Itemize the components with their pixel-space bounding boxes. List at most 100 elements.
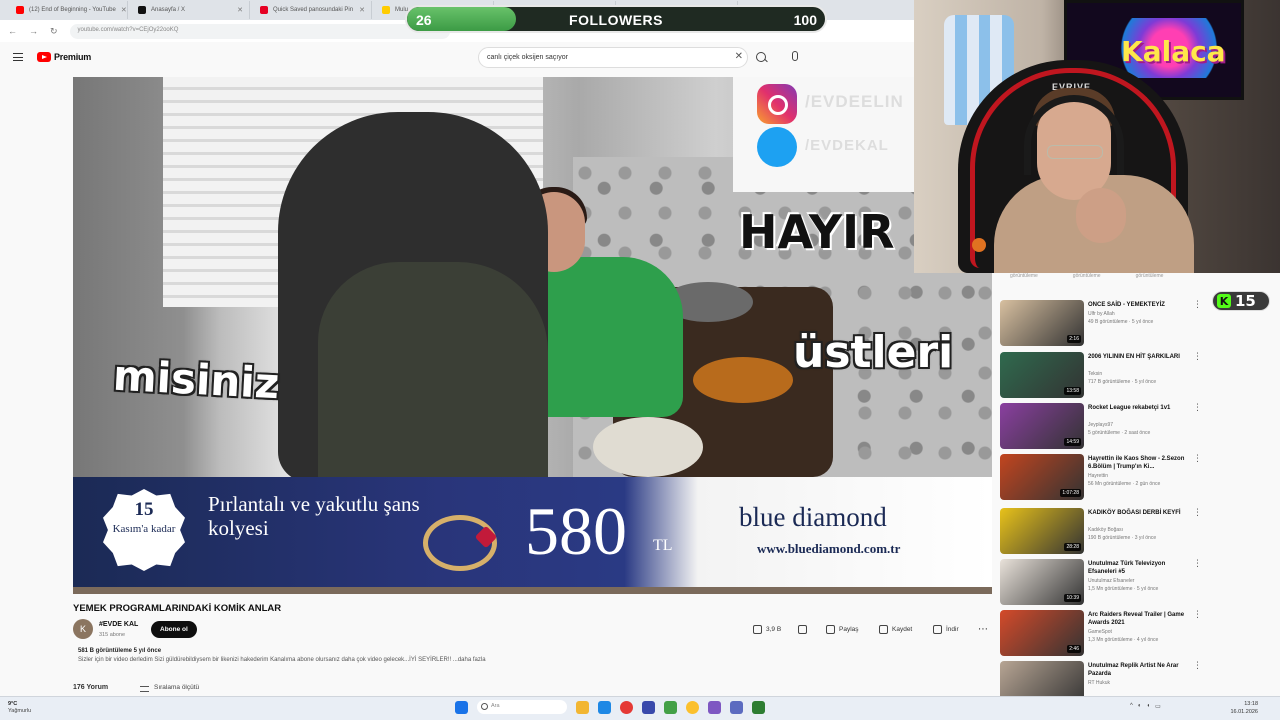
more-options-icon[interactable]: ⋮ bbox=[1193, 403, 1202, 412]
windows-start-icon[interactable] bbox=[455, 700, 468, 714]
tab-close-icon[interactable]: ✕ bbox=[237, 6, 243, 14]
reload-icon[interactable]: ↻ bbox=[50, 26, 58, 37]
microphone-icon[interactable] bbox=[792, 51, 798, 61]
recommendation-channel[interactable]: RT Hukuk bbox=[1088, 680, 1110, 686]
recommendation-item[interactable]: 14:59 Rocket League rekabetçi 1v1 Jeyplays… bbox=[1000, 403, 1280, 451]
video-scene-pan bbox=[693, 357, 793, 403]
sort-icon[interactable] bbox=[140, 686, 149, 692]
recommendation-thumbnail[interactable]: 13:58 bbox=[1000, 352, 1084, 398]
channel-name[interactable]: #EVDE KAL bbox=[99, 621, 138, 628]
more-options-icon[interactable]: ⋮ bbox=[1193, 661, 1202, 670]
taskbar-search[interactable]: Ara bbox=[477, 700, 567, 714]
edge-icon[interactable] bbox=[598, 700, 611, 714]
browser-tab[interactable]: Anasayfa / X ✕ bbox=[132, 1, 250, 19]
video-progress-bar[interactable] bbox=[73, 587, 992, 594]
tab-favicon-icon bbox=[382, 6, 390, 14]
dislike-button[interactable] bbox=[798, 621, 807, 638]
recommendation-channel[interactable]: Hayrettin bbox=[1088, 473, 1108, 479]
ad-date-day: 15 bbox=[134, 499, 154, 520]
file-explorer-icon[interactable] bbox=[576, 700, 589, 714]
webcam-person-hand bbox=[1076, 188, 1126, 243]
app-icon[interactable] bbox=[752, 700, 765, 714]
recommendation-title[interactable]: Hayrettin ile Kaos Show - 2.Sezon 6.Bölü… bbox=[1088, 455, 1188, 471]
volume-icon[interactable]: ◖ bbox=[1146, 703, 1150, 710]
more-options-icon[interactable]: ⋮ bbox=[1193, 559, 1202, 568]
url-field[interactable]: youtube.com/watch?v=CEjOy22ooKQ bbox=[69, 23, 450, 39]
opera-icon[interactable] bbox=[620, 700, 633, 714]
search-icon[interactable] bbox=[756, 52, 766, 62]
recommendation-title[interactable]: Unutulmaz Replik Artist Ne Arar Pazarda bbox=[1088, 662, 1188, 678]
forward-icon[interactable]: → bbox=[29, 26, 38, 36]
webcam-ball bbox=[972, 238, 986, 252]
recommendation-item[interactable]: 1:07:28 Hayrettin ile Kaos Show - 2.Sezon… bbox=[1000, 454, 1280, 502]
recommendation-item[interactable]: 2:46 Arc Raiders Reveal Trailer | Game Aw… bbox=[1000, 610, 1280, 658]
browser-tab[interactable]: Quick Saved panosundaki Pin ✕ bbox=[254, 1, 372, 19]
like-button[interactable]: 3,9 B bbox=[753, 621, 781, 638]
tray-chevron-icon[interactable]: ^ bbox=[1130, 703, 1133, 710]
recommendation-item[interactable]: Unutulmaz Replik Artist Ne Arar Pazarda R… bbox=[1000, 661, 1280, 696]
recommendation-channel[interactable]: Teksin bbox=[1088, 371, 1102, 377]
more-options-icon[interactable]: ⋮ bbox=[1193, 454, 1202, 463]
download-button[interactable]: İndir bbox=[933, 621, 959, 638]
recommendation-channel[interactable]: Kadıköy Boğası bbox=[1088, 527, 1123, 533]
more-options-icon[interactable]: ⋮ bbox=[1193, 508, 1202, 517]
recommendation-channel[interactable]: Ulfr by Allah bbox=[1088, 311, 1115, 317]
recommendation-title[interactable]: Rocket League rekabetçi 1v1 bbox=[1088, 404, 1188, 412]
windows-taskbar: 9°C Yağmurlu Ara ^ ◐ ◖ ▭ 13:18 16.01.202… bbox=[0, 696, 1280, 720]
recommendation-thumbnail[interactable]: 10:39 bbox=[1000, 559, 1084, 605]
recommendation-title[interactable]: Arc Raiders Reveal Trailer | Game Awards… bbox=[1088, 611, 1188, 627]
search-input[interactable]: canlı çiçek oksijen saçıyor ✕ bbox=[478, 47, 748, 68]
recommendation-item[interactable]: 10:39 Unutulmaz Türk Televizyon Efsaneler… bbox=[1000, 559, 1280, 607]
recommendation-thumbnail[interactable]: 2:16 bbox=[1000, 300, 1084, 346]
recommendation-title[interactable]: Unutulmaz Türk Televizyon Efsaneleri #5 bbox=[1088, 560, 1188, 576]
recommendation-channel[interactable]: GameSpot bbox=[1088, 629, 1112, 635]
subscribe-button[interactable]: Abone ol bbox=[151, 621, 197, 638]
video-duration: 2:46 bbox=[1067, 645, 1081, 653]
chrome-icon[interactable] bbox=[686, 700, 699, 714]
battery-icon[interactable]: ▭ bbox=[1155, 703, 1161, 710]
share-button[interactable]: Paylaş bbox=[826, 621, 859, 638]
more-options-icon[interactable]: ⋮ bbox=[1193, 610, 1202, 619]
recommendation-item[interactable]: 13:58 2006 YILININ EN HİT ŞARKILARI Teksin… bbox=[1000, 352, 1280, 400]
sort-button[interactable]: Sıralama ölçütü bbox=[154, 684, 199, 691]
recommendation-title[interactable]: 2006 YILININ EN HİT ŞARKILARI bbox=[1088, 353, 1188, 361]
more-options-icon[interactable]: ⋮ bbox=[1193, 300, 1202, 309]
recommendation-meta: 1,3 Mn görüntüleme · 4 yıl önce bbox=[1088, 637, 1159, 643]
recommendation-channel[interactable]: Unutulmaz Efsaneler bbox=[1088, 578, 1134, 584]
taskbar-clock[interactable]: 13:18 16.01.2026 bbox=[1208, 700, 1258, 716]
browser-tab[interactable]: (12) End of Beginning - YouTube ✕ bbox=[10, 1, 128, 19]
recommendation-thumbnail[interactable]: 2:46 bbox=[1000, 610, 1084, 656]
save-button[interactable]: Kaydet bbox=[879, 621, 912, 638]
back-icon[interactable]: ← bbox=[8, 26, 17, 36]
recommendation-title[interactable]: KADIKÖY BOĞASI DERBİ KEYFİ bbox=[1088, 509, 1188, 517]
video-description[interactable]: 581 B görüntüleme 5 yıl önce Sizler için… bbox=[73, 647, 992, 677]
thumbs-up-icon bbox=[753, 625, 762, 634]
system-tray: ^ ◐ ◖ ▭ bbox=[1130, 703, 1161, 710]
more-options-icon[interactable]: ⋮ bbox=[1193, 352, 1202, 361]
network-icon[interactable]: ◐ bbox=[1138, 703, 1142, 710]
channel-avatar[interactable]: K bbox=[73, 619, 93, 639]
video-ad-banner: 15 Kasım'a kadar Pırlantalı ve yakutlu ş… bbox=[73, 477, 992, 587]
video-twitter-handle: /EVDEKAL bbox=[805, 137, 889, 154]
hamburger-menu-icon[interactable] bbox=[13, 53, 23, 61]
tab-close-icon[interactable]: ✕ bbox=[121, 6, 127, 14]
recommendation-item[interactable]: 28:28 KADIKÖY BOĞASI DERBİ KEYFİ Kadıköy B… bbox=[1000, 508, 1280, 556]
video-player[interactable]: /EVDEELIN /EVDEKAL HAYIR üstleri misiniz… bbox=[73, 77, 992, 594]
more-actions-icon[interactable]: ⋯ bbox=[978, 621, 988, 638]
recommendation-thumbnail[interactable]: 1:07:28 bbox=[1000, 454, 1084, 500]
download-label: İndir bbox=[946, 626, 959, 633]
app-icon[interactable] bbox=[708, 700, 721, 714]
recommendation-title[interactable]: ONCE SAİD - YEMEKTEYİZ bbox=[1088, 301, 1188, 309]
recommendation-thumbnail[interactable]: 14:59 bbox=[1000, 403, 1084, 449]
discord-icon[interactable] bbox=[730, 700, 743, 714]
app-icon[interactable] bbox=[642, 700, 655, 714]
recommendation-thumbnail[interactable] bbox=[1000, 661, 1084, 696]
youtube-page: Premium canlı çiçek oksijen saçıyor ✕ /E… bbox=[0, 42, 1000, 696]
weather-widget[interactable]: 9°C Yağmurlu bbox=[8, 701, 31, 715]
youtube-logo[interactable]: Premium bbox=[37, 52, 91, 62]
spreadsheet-icon[interactable] bbox=[664, 700, 677, 714]
recommendation-thumbnail[interactable]: 28:28 bbox=[1000, 508, 1084, 554]
tab-close-icon[interactable]: ✕ bbox=[359, 6, 365, 14]
recommendation-channel[interactable]: Jeyplays97 bbox=[1088, 422, 1113, 428]
clear-search-icon[interactable]: ✕ bbox=[735, 51, 743, 62]
